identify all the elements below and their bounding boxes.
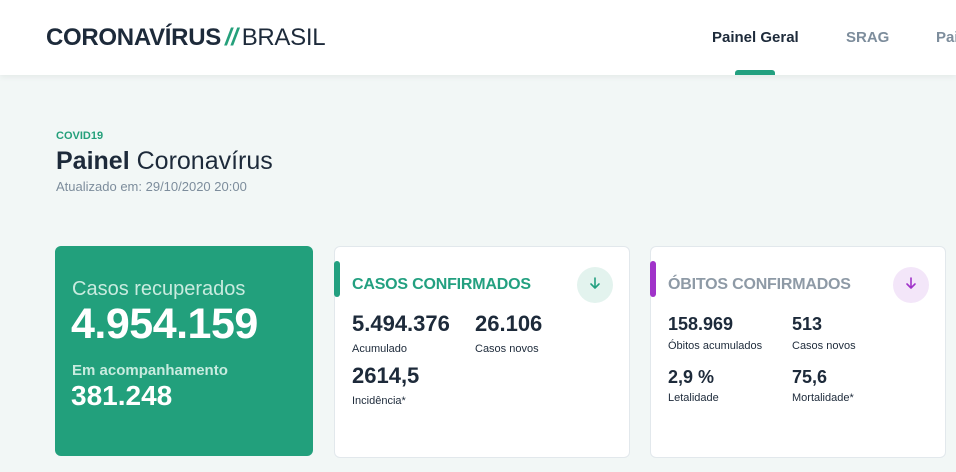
section-kicker: COVID19: [56, 130, 104, 142]
arrow-down-icon: [588, 276, 602, 295]
new-deaths-value: 513: [792, 314, 823, 334]
new-deaths-label: Casos novos: [792, 340, 856, 352]
mortality-label: Mortalidade*: [792, 392, 854, 404]
expand-confirmed-button[interactable]: [577, 267, 613, 303]
arrow-down-icon: [904, 276, 918, 295]
accumulated-deaths-label: Óbitos acumulados: [668, 340, 763, 352]
page-title-bold: Painel: [56, 147, 130, 175]
logo-slash: //: [224, 24, 238, 51]
confirmed-cases-card: CASOS CONFIRMADOS 5.494.376 Acumulado 26…: [334, 246, 630, 458]
recovered-card: Casos recuperados 4.954.159 Em acompanha…: [55, 246, 313, 456]
last-updated-text: Atualizado em: 29/10/2020 20:00: [56, 179, 247, 194]
logo-secondary-text: BRASIL: [241, 24, 326, 51]
tab-painel-geral[interactable]: Painel Geral: [712, 29, 799, 46]
tab-truncated[interactable]: Pai: [936, 29, 956, 46]
accumulated-cases-label: Acumulado: [352, 343, 408, 355]
page-title-rest: Coronavírus: [136, 147, 273, 175]
logo-primary-text: CORONAVÍRUS: [46, 24, 221, 51]
card-accent-bar: [650, 261, 656, 297]
lethality-value: 2,9 %: [668, 367, 715, 387]
incidence-label: Incidência*: [352, 395, 406, 407]
site-logo[interactable]: CORONAVÍRUS//BRASIL: [46, 24, 326, 52]
accumulated-cases-value: 5.494.376: [352, 311, 450, 336]
recovered-value: 4.954.159: [71, 300, 258, 348]
new-cases-label: Casos novos: [475, 343, 539, 355]
monitoring-value: 381.248: [71, 380, 173, 411]
new-cases-value: 26.106: [475, 311, 543, 336]
card-accent-bar: [334, 261, 340, 297]
card-title: CASOS CONFIRMADOS: [352, 276, 531, 293]
monitoring-label: Em acompanhamento: [72, 362, 228, 379]
expand-deaths-button[interactable]: [893, 267, 929, 303]
confirmed-deaths-card: ÓBITOS CONFIRMADOS 158.969 Óbitos acumul…: [650, 246, 946, 458]
active-tab-indicator: [735, 70, 775, 75]
accumulated-deaths-value: 158.969: [668, 314, 734, 334]
top-navbar: CORONAVÍRUS//BRASIL Painel Geral SRAG Pa…: [0, 0, 956, 75]
lethality-label: Letalidade: [668, 392, 719, 404]
page-title: Painel Coronavírus: [56, 146, 273, 176]
incidence-value: 2614,5: [352, 363, 420, 388]
mortality-value: 75,6: [792, 367, 828, 387]
tab-srag[interactable]: SRAG: [846, 29, 889, 46]
recovered-label: Casos recuperados: [72, 278, 246, 300]
card-title: ÓBITOS CONFIRMADOS: [668, 276, 851, 293]
